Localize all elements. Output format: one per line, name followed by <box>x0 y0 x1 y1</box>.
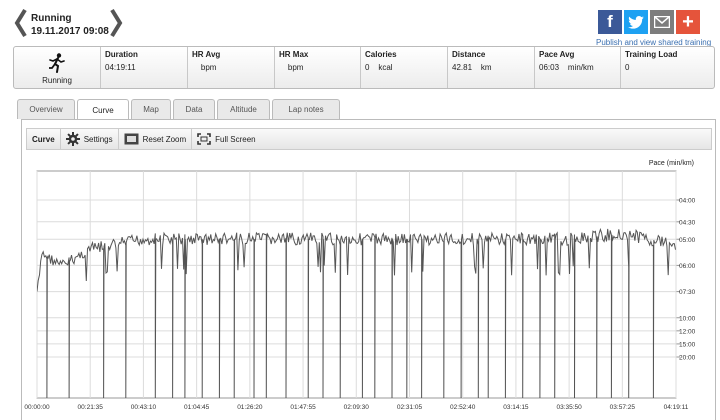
x-tick-label: 02:31:05 <box>397 404 423 411</box>
x-tick-label: 00:43:10 <box>131 404 157 411</box>
y-tick-label: 04:30 <box>679 219 696 226</box>
x-tick-label: 02:09:30 <box>344 404 370 411</box>
y-tick-label: 12:00 <box>679 328 696 335</box>
x-tick-label: 00:00:00 <box>24 404 50 411</box>
x-tick-label: 00:21:35 <box>78 404 104 411</box>
x-tick-label: 03:35:50 <box>556 404 582 411</box>
y-tick-label: 07:30 <box>679 289 696 296</box>
x-tick-label: 01:26:20 <box>237 404 263 411</box>
y-tick-label: 06:00 <box>679 263 696 270</box>
x-tick-label: 01:47:55 <box>290 404 316 411</box>
x-tick-label: 03:57:25 <box>610 404 636 411</box>
x-tick-label: 03:14:15 <box>503 404 529 411</box>
x-tick-label: 04:19:11 <box>664 404 689 411</box>
y-tick-label: 20:00 <box>679 355 696 362</box>
x-tick-label: 02:52:40 <box>450 404 476 411</box>
y-axis-label: Pace (min/km) <box>649 160 694 167</box>
y-tick-label: 04:00 <box>679 198 696 205</box>
y-tick-label: 10:00 <box>679 315 696 322</box>
y-tick-label: 15:00 <box>679 341 696 348</box>
y-tick-label: 05:00 <box>679 237 696 244</box>
pace-chart[interactable]: Pace (min/km) 04:00 04:30 05:00 06:00 07:30 10… <box>0 0 720 420</box>
x-tick-label: 01:04:45 <box>184 404 210 411</box>
